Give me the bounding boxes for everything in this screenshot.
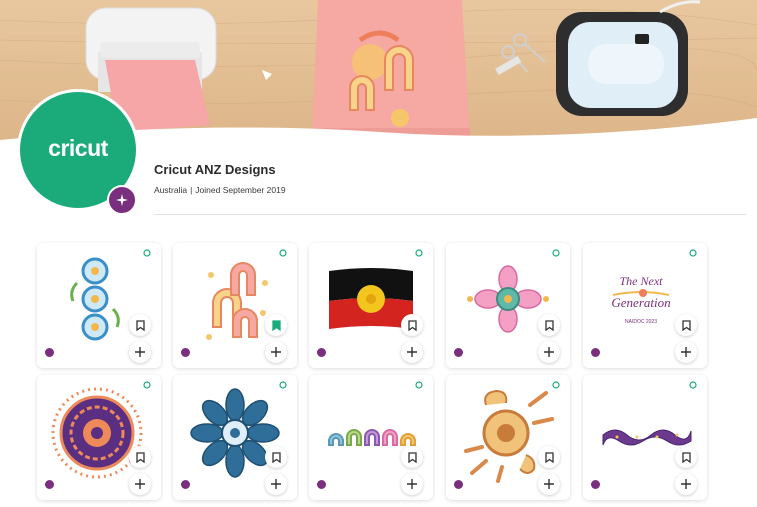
project-card[interactable] xyxy=(446,243,570,368)
sweatshirt-icon xyxy=(312,0,470,142)
cricut-logo: cricut xyxy=(48,134,108,161)
designer-avatar-icon xyxy=(181,480,190,489)
add-icon[interactable] xyxy=(129,473,151,495)
free-icon xyxy=(279,381,287,389)
bookmark-icon[interactable] xyxy=(401,314,423,336)
designer-avatar-icon xyxy=(181,348,190,357)
free-icon xyxy=(415,381,423,389)
project-card[interactable] xyxy=(173,375,297,500)
bookmark-icon-saved[interactable] xyxy=(265,314,287,336)
bookmark-icon[interactable] xyxy=(538,446,560,468)
free-icon xyxy=(279,249,287,257)
bookmark-icon[interactable] xyxy=(538,314,560,336)
bookmark-icon[interactable] xyxy=(675,446,697,468)
bookmark-icon[interactable] xyxy=(401,446,423,468)
free-icon xyxy=(415,249,423,257)
designer-avatar-icon xyxy=(591,480,600,489)
add-icon[interactable] xyxy=(265,341,287,363)
designer-badge-icon xyxy=(107,185,137,215)
profile-name: Cricut ANZ Designs xyxy=(154,162,276,177)
free-icon xyxy=(689,249,697,257)
add-icon[interactable] xyxy=(401,341,423,363)
project-card[interactable] xyxy=(583,375,707,500)
art-text-line2: Generation xyxy=(611,295,670,310)
project-card[interactable] xyxy=(37,375,161,500)
designer-avatar-icon xyxy=(591,348,600,357)
free-icon xyxy=(552,249,560,257)
profile-location: Australia xyxy=(154,185,188,195)
add-icon[interactable] xyxy=(538,473,560,495)
designer-avatar-icon xyxy=(317,348,326,357)
free-icon xyxy=(143,249,151,257)
project-card[interactable] xyxy=(446,375,570,500)
project-card[interactable] xyxy=(173,243,297,368)
profile-joined: Joined September 2019 xyxy=(195,185,286,195)
bookmark-icon[interactable] xyxy=(129,314,151,336)
add-icon[interactable] xyxy=(265,473,287,495)
designer-avatar-icon xyxy=(45,348,54,357)
free-icon xyxy=(143,381,151,389)
project-card[interactable]: The Next Generation NAIDOC 2023 xyxy=(583,243,707,368)
designer-avatar-icon xyxy=(45,480,54,489)
project-card[interactable] xyxy=(309,243,433,368)
bookmark-icon[interactable] xyxy=(129,446,151,468)
designer-avatar-icon xyxy=(454,480,463,489)
art-text-line3: NAIDOC 2023 xyxy=(625,319,657,325)
project-card[interactable] xyxy=(309,375,433,500)
meta-separator: | xyxy=(190,185,193,195)
art-text-line1: The Next xyxy=(620,274,664,288)
free-icon xyxy=(552,381,560,389)
profile-meta: Australia | Joined September 2019 xyxy=(154,185,286,195)
scissors-icon xyxy=(495,33,546,75)
project-card[interactable] xyxy=(37,243,161,368)
heat-press-icon xyxy=(556,0,701,116)
add-icon[interactable] xyxy=(675,473,697,495)
designer-avatar-icon xyxy=(454,348,463,357)
bookmark-icon[interactable] xyxy=(675,314,697,336)
bookmark-icon[interactable] xyxy=(265,446,287,468)
add-icon[interactable] xyxy=(675,341,697,363)
add-icon[interactable] xyxy=(129,341,151,363)
divider xyxy=(154,214,746,215)
add-icon[interactable] xyxy=(538,341,560,363)
free-icon xyxy=(689,381,697,389)
designer-avatar-icon xyxy=(317,480,326,489)
add-icon[interactable] xyxy=(401,473,423,495)
